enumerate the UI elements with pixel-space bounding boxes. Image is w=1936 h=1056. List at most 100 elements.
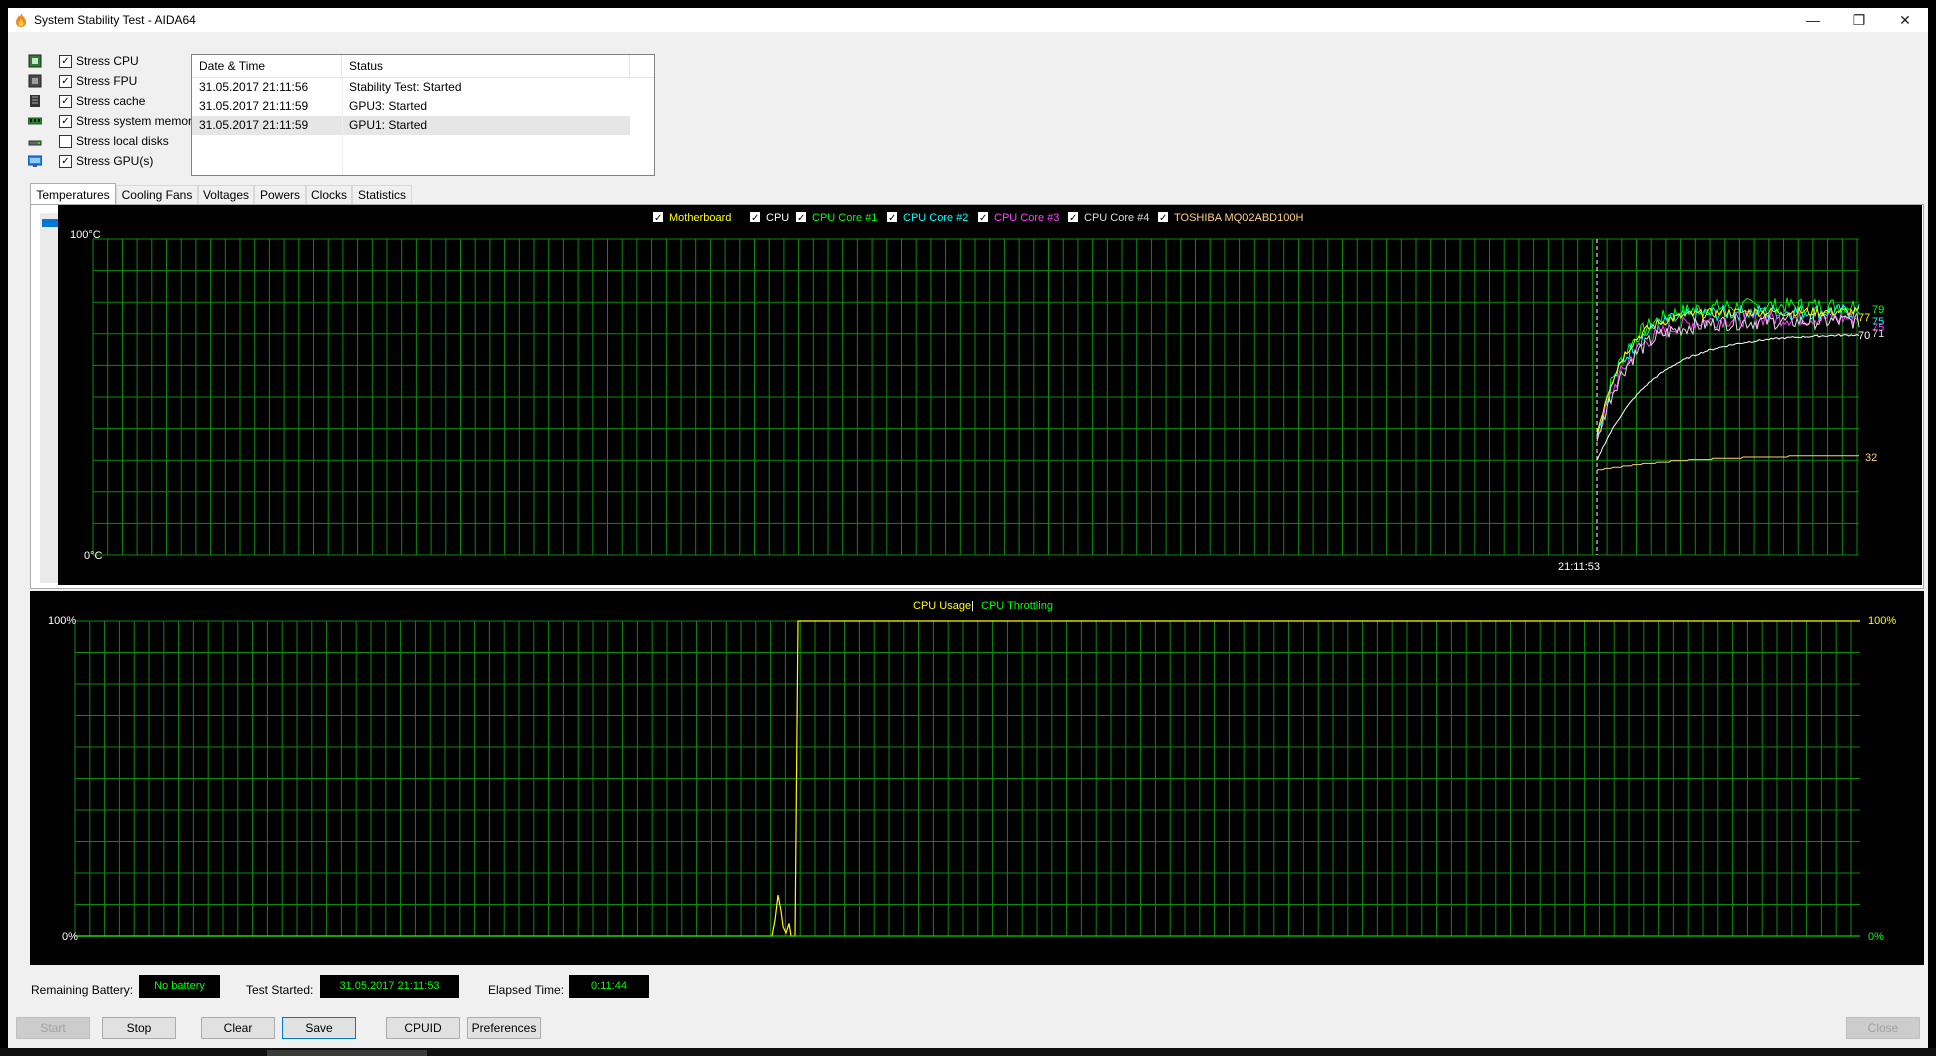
cpu-y-max-right: 100%: [1868, 615, 1896, 627]
maximize-button[interactable]: ❐: [1836, 8, 1882, 32]
stress-cpu-option[interactable]: ✓ Stress CPU: [28, 52, 198, 72]
svg-text:✓: ✓: [751, 213, 759, 224]
stress-cache-option[interactable]: ✓ Stress cache: [28, 92, 198, 112]
legend-cpu-usage: CPU Usage: [913, 600, 971, 612]
legend-separator: |: [971, 600, 974, 612]
stress-memory-label: Stress system memory: [76, 114, 199, 128]
log-header: Date & Time Status: [192, 55, 654, 78]
battery-value: No battery: [139, 975, 220, 998]
stress-cpu-label: Stress CPU: [76, 54, 139, 68]
svg-text:✓: ✓: [1159, 213, 1167, 224]
scrollbar-thumb[interactable]: [42, 219, 58, 227]
log-header-datetime[interactable]: Date & Time: [192, 55, 342, 77]
log-time: 31.05.2017 21:11:56: [199, 80, 309, 94]
log-row[interactable]: 31.05.2017 21:11:59 GPU3: Started: [192, 97, 630, 116]
stress-disks-checkbox[interactable]: [59, 135, 72, 148]
tab-temperatures[interactable]: Temperatures: [30, 183, 116, 205]
elapsed-time-value: 0:11:44: [569, 975, 649, 998]
time-marker-label: 21:11:53: [1558, 561, 1600, 573]
tab-voltages[interactable]: Voltages: [198, 185, 254, 204]
legend-label-toshiba-disk: TOSHIBA MQ02ABD100H: [1174, 212, 1303, 224]
tab-statistics[interactable]: Statistics: [352, 185, 412, 204]
legend-cpu-throttling: CPU Throttling: [981, 600, 1053, 612]
cpu-grid: [74, 620, 1860, 937]
log-row[interactable]: 31.05.2017 21:11:59 GPU1: Started: [192, 116, 630, 135]
status-log-table[interactable]: Date & Time Status 31.05.2017 21:11:56 S…: [191, 54, 655, 176]
log-header-status[interactable]: Status: [342, 55, 630, 77]
legend-label-cpu-core-2: CPU Core #2: [903, 212, 968, 224]
tab-clocks[interactable]: Clocks: [306, 185, 352, 204]
log-status: GPU1: Started: [349, 118, 428, 132]
stress-gpu-label: Stress GPU(s): [76, 154, 154, 168]
fpu-icon: [28, 74, 42, 88]
minimize-button[interactable]: —: [1790, 8, 1836, 32]
stress-cpu-checkbox[interactable]: ✓: [59, 55, 72, 68]
test-started-label: Test Started:: [246, 983, 314, 997]
end-value-cpu: 70: [1858, 330, 1870, 342]
legend-label-cpu-core-4: CPU Core #4: [1084, 212, 1149, 224]
save-button[interactable]: Save: [282, 1017, 356, 1039]
memory-icon: [28, 117, 42, 125]
end-value-core4: 71: [1872, 328, 1884, 340]
stress-disks-label: Stress local disks: [76, 134, 169, 148]
sensor-list-scrollbar[interactable]: [40, 213, 60, 583]
svg-text:✓: ✓: [1069, 213, 1077, 224]
tab-cooling-fans[interactable]: Cooling Fans: [116, 185, 198, 204]
log-status: Stability Test: Started: [349, 80, 462, 94]
temp-y-min-label: 0°C: [84, 550, 103, 562]
close-window-button[interactable]: ✕: [1882, 8, 1928, 32]
elapsed-time-label: Elapsed Time:: [488, 983, 565, 997]
legend-toshiba-disk[interactable]: ✓ TOSHIBA MQ02ABD100H: [1158, 212, 1303, 224]
stress-cache-label: Stress cache: [76, 94, 146, 108]
clear-button[interactable]: Clear: [201, 1017, 275, 1039]
legend-cpu-core-4[interactable]: ✓ CPU Core #4: [1068, 212, 1149, 224]
temp-y-max-label: 100°C: [70, 229, 101, 241]
taskbar-active-item[interactable]: [267, 1050, 427, 1056]
svg-text:✓: ✓: [888, 213, 896, 224]
stress-fpu-checkbox[interactable]: ✓: [59, 75, 72, 88]
legend-cpu[interactable]: ✓ CPU: [750, 212, 789, 224]
title-bar: System Stability Test - AIDA64 — ❐ ✕: [8, 8, 1928, 32]
close-button[interactable]: Close: [1846, 1017, 1920, 1039]
preferences-button[interactable]: Preferences: [467, 1017, 541, 1039]
stress-gpu-checkbox[interactable]: ✓: [59, 155, 72, 168]
legend-cpu-core-2[interactable]: ✓ CPU Core #2: [887, 212, 968, 224]
window-title: System Stability Test - AIDA64: [34, 13, 196, 27]
end-value-motherboard: 77: [1858, 312, 1870, 324]
cache-icon: [30, 95, 40, 107]
cpu-y-min-right: 0%: [1868, 931, 1884, 943]
stress-disks-option[interactable]: Stress local disks: [28, 132, 198, 152]
legend-label-motherboard: Motherboard: [669, 212, 731, 224]
gpu-icon: [28, 155, 42, 167]
legend-label-cpu-core-1: CPU Core #1: [812, 212, 877, 224]
legend-label-cpu: CPU: [766, 212, 789, 224]
aida64-flame-icon: [16, 13, 26, 27]
cpu-usage-chart-svg: CPU Usage | CPU Throttling 100% 0% 100% …: [48, 600, 1896, 943]
log-status: GPU3: Started: [349, 99, 428, 113]
cpu-icon: [28, 54, 42, 68]
start-button[interactable]: Start: [16, 1017, 90, 1039]
stress-fpu-option[interactable]: ✓ Stress FPU: [28, 72, 198, 92]
stress-cache-checkbox[interactable]: ✓: [59, 95, 72, 108]
tab-powers[interactable]: Powers: [254, 185, 306, 204]
legend-cpu-core-3[interactable]: ✓ CPU Core #3: [978, 212, 1059, 224]
svg-text:✓: ✓: [979, 213, 987, 224]
stress-memory-option[interactable]: ✓ Stress system memory: [28, 112, 198, 132]
temperature-chart-svg: ✓ Motherboard ✓ CPU ✓ CPU Core #1 ✓ CPU …: [70, 212, 1884, 573]
legend-cpu-core-1[interactable]: ✓ CPU Core #1: [796, 212, 877, 224]
cpu-usage-chart: CPU Usage | CPU Throttling 100% 0% 100% …: [30, 591, 1924, 965]
legend-motherboard[interactable]: ✓ Motherboard: [653, 212, 731, 224]
stress-gpu-option[interactable]: ✓ Stress GPU(s): [28, 152, 198, 172]
cpu-y-max-left: 100%: [48, 615, 76, 627]
stop-button[interactable]: Stop: [102, 1017, 176, 1039]
stress-memory-checkbox[interactable]: ✓: [59, 115, 72, 128]
stress-fpu-label: Stress FPU: [76, 74, 138, 88]
log-row[interactable]: 31.05.2017 21:11:56 Stability Test: Star…: [192, 78, 630, 97]
legend-label-cpu-core-3: CPU Core #3: [994, 212, 1059, 224]
test-started-value: 31.05.2017 21:11:53: [320, 975, 459, 998]
cpuid-button[interactable]: CPUID: [386, 1017, 460, 1039]
log-time: 31.05.2017 21:11:59: [199, 118, 309, 132]
temperature-grid: [92, 238, 1859, 556]
battery-label: Remaining Battery:: [31, 983, 134, 997]
end-value-toshiba: 32: [1865, 452, 1877, 464]
